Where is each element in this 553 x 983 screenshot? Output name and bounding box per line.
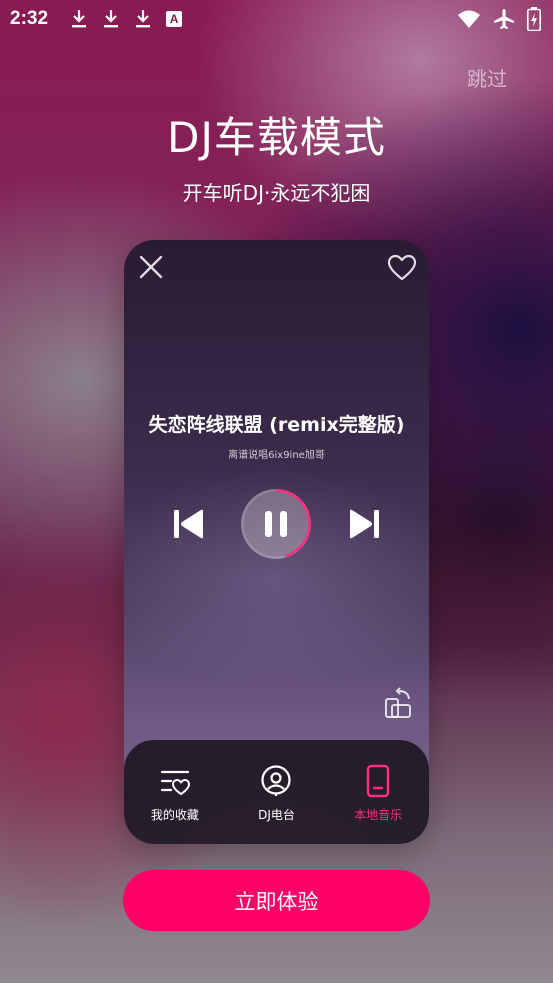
- tab-label: 我的收藏: [150, 808, 199, 822]
- song-title: 失恋阵线联盟 (remix完整版): [148, 414, 405, 436]
- pause-button[interactable]: [241, 489, 311, 559]
- download-icon: [104, 10, 119, 28]
- status-left: 2:32 A: [10, 8, 183, 30]
- car-mode-preview-card: 失恋阵线联盟 (remix完整版) 离谱说唱6ix9ine旭哥 我的收藏 DJ电…: [124, 240, 429, 844]
- page-subtitle: 开车听DJ·永远不犯困: [182, 181, 371, 205]
- download-icon: [136, 10, 151, 28]
- tab-local-music[interactable]: 本地音乐: [328, 764, 428, 823]
- page-title: DJ车载模式: [167, 113, 386, 162]
- radio-icon: [261, 765, 292, 796]
- airplane-icon: [494, 9, 514, 29]
- heart-icon[interactable]: [387, 254, 417, 282]
- progress-ring: [241, 489, 311, 559]
- rotate-screen-icon[interactable]: [383, 687, 413, 719]
- close-icon[interactable]: [138, 254, 164, 280]
- tab-label: DJ电台: [258, 808, 295, 822]
- status-time: 2:32: [10, 8, 49, 29]
- status-right: [457, 7, 541, 31]
- battery-charging-icon: [527, 7, 541, 31]
- status-bar: 2:32 A: [0, 0, 553, 38]
- next-track-icon[interactable]: [347, 507, 381, 541]
- tab-dj-radio[interactable]: DJ电台: [226, 764, 326, 823]
- playback-controls: [124, 488, 429, 560]
- skip-button[interactable]: 跳过: [467, 63, 507, 92]
- bottom-tab-bar: 我的收藏 DJ电台 本地音乐: [124, 740, 429, 844]
- previous-track-icon[interactable]: [172, 507, 206, 541]
- tab-label: 本地音乐: [354, 808, 403, 822]
- wifi-icon: [458, 10, 480, 28]
- try-now-button[interactable]: 立即体验: [123, 870, 430, 931]
- tab-favorites[interactable]: 我的收藏: [125, 764, 225, 823]
- song-artist: 离谱说唱6ix9ine旭哥: [228, 450, 325, 461]
- download-icon: [72, 10, 87, 28]
- favorites-list-icon: [160, 770, 190, 795]
- a-notification-icon: A: [166, 11, 183, 27]
- phone-music-icon: [366, 764, 390, 798]
